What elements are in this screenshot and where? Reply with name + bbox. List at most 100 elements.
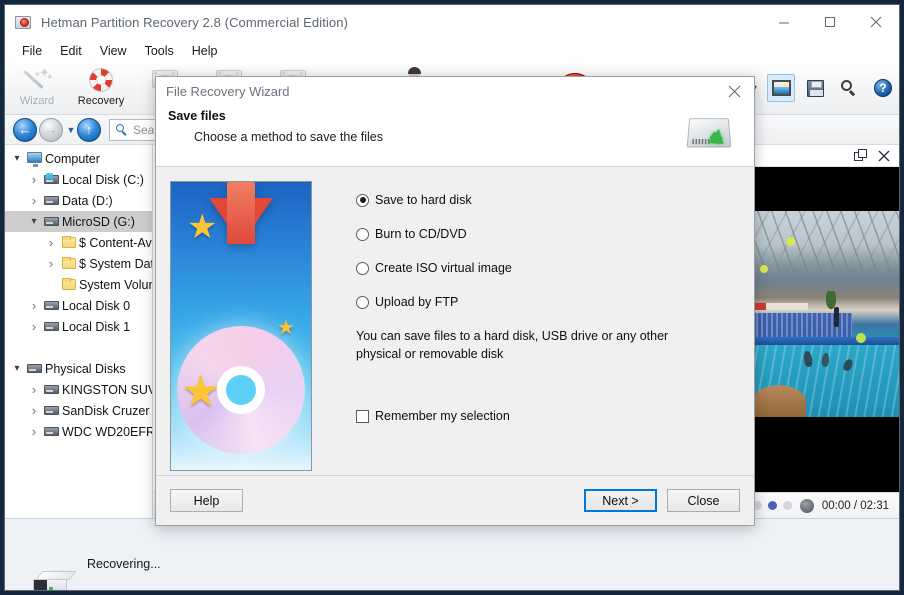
- dialog-title: File Recovery Wizard: [166, 83, 290, 99]
- remember-selection-checkbox[interactable]: Remember my selection: [356, 409, 740, 423]
- chevron-down-icon[interactable]: ▾: [9, 363, 25, 374]
- preview-panel: [747, 145, 899, 492]
- save-icon[interactable]: [801, 74, 829, 102]
- radio-icon: [356, 193, 369, 207]
- tree-item-sandisk-cruzer-b[interactable]: › SanDisk Cruzer B: [5, 400, 152, 421]
- history-dropdown-icon[interactable]: ▼: [65, 125, 77, 135]
- toolbar-label-recovery: Recovery: [77, 95, 125, 107]
- radio-label: Create ISO virtual image: [375, 261, 512, 275]
- up-button[interactable]: ↑: [77, 117, 101, 142]
- dialog-subheading: Choose a method to save the files: [194, 130, 384, 144]
- menu-item-view[interactable]: View: [91, 41, 136, 61]
- radio-icon: [356, 227, 369, 241]
- tree-item-label: $ Content-Av: [79, 235, 152, 250]
- menu-item-edit[interactable]: Edit: [51, 41, 91, 61]
- tree-item-data-d[interactable]: › Data (D:): [5, 190, 152, 211]
- tree-item-local-disk-0[interactable]: › Local Disk 0: [5, 295, 152, 316]
- toolbar-button-recovery[interactable]: Recovery: [69, 63, 133, 114]
- tree-item-spacer: [5, 337, 152, 358]
- tree-sidebar[interactable]: ▾ Computer › Local Disk (C:) › Data (D:) ▾ Micr…: [5, 145, 153, 518]
- folder-icon: [59, 235, 79, 251]
- radio-option-create-iso-virtual-image[interactable]: Create ISO virtual image: [356, 257, 740, 279]
- toolbar-right-group: ▾ ?: [747, 74, 897, 102]
- chevron-down-icon[interactable]: ▾: [9, 153, 25, 164]
- radio-icon: [356, 295, 369, 309]
- disk-icon: [42, 424, 62, 440]
- disk-icon: [42, 193, 62, 209]
- help-button[interactable]: Help: [170, 489, 243, 512]
- next-button[interactable]: Next >: [584, 489, 657, 512]
- back-button[interactable]: ←: [13, 117, 37, 142]
- detach-window-icon[interactable]: [853, 149, 867, 163]
- chevron-right-icon[interactable]: ›: [26, 319, 42, 334]
- search-icon[interactable]: [835, 74, 863, 102]
- tree-item-wdc-wd20efrx[interactable]: › WDC WD20EFRX: [5, 421, 152, 442]
- preview-image: [748, 167, 899, 492]
- menu-item-file[interactable]: File: [13, 41, 51, 61]
- checkbox-icon: [356, 409, 369, 423]
- file-recovery-wizard-dialog: File Recovery Wizard Save files Choose a…: [155, 76, 755, 526]
- radio-option-save-to-hard-disk[interactable]: Save to hard disk: [356, 189, 740, 211]
- chevron-right-icon[interactable]: ›: [26, 403, 42, 418]
- tree-item-local-disk-1[interactable]: › Local Disk 1: [5, 316, 152, 337]
- chevron-right-icon[interactable]: ›: [26, 298, 42, 313]
- toolbar-button-wizard[interactable]: ✦ ✦ ✦ Wizard: [5, 63, 69, 114]
- status-text: Recovering...: [87, 557, 161, 571]
- window-title: Hetman Partition Recovery 2.8 (Commercia…: [41, 14, 348, 30]
- radio-label: Save to hard disk: [375, 193, 472, 207]
- menu-item-help[interactable]: Help: [183, 41, 227, 61]
- tree-item-physical-disks[interactable]: ▾ Physical Disks: [5, 358, 152, 379]
- tree-item-label: System Volun: [79, 277, 152, 292]
- chevron-right-icon[interactable]: ›: [43, 235, 59, 250]
- tree-item-system-volun[interactable]: System Volun: [5, 274, 152, 295]
- checkbox-label: Remember my selection: [375, 409, 510, 424]
- preview-image-icon[interactable]: [767, 74, 795, 102]
- dialog-title-bar: File Recovery Wizard: [156, 77, 754, 105]
- close-icon[interactable]: [853, 5, 899, 39]
- chevron-right-icon[interactable]: ›: [26, 172, 42, 187]
- media-dot-2[interactable]: [767, 501, 777, 510]
- tree-item-label: Local Disk (C:): [62, 172, 144, 187]
- dialog-close-icon[interactable]: [714, 77, 754, 105]
- help-icon[interactable]: ?: [869, 74, 897, 102]
- tree-item-content-av[interactable]: › $ Content-Av: [5, 232, 152, 253]
- chevron-right-icon[interactable]: ›: [26, 193, 42, 208]
- tree-item-local-disk-c[interactable]: › Local Disk (C:): [5, 169, 152, 190]
- preview-panel-header: [748, 145, 899, 167]
- menu-item-tools[interactable]: Tools: [136, 41, 183, 61]
- chevron-down-icon[interactable]: ▾: [26, 216, 42, 227]
- maximize-icon[interactable]: [807, 5, 853, 39]
- tree-item-label: SanDisk Cruzer B: [62, 403, 152, 418]
- chevron-right-icon[interactable]: ›: [26, 424, 42, 439]
- disk-icon: [42, 403, 62, 419]
- tree-item-label: KINGSTON SUV3: [62, 382, 152, 397]
- tree-item-label: WDC WD20EFRX: [62, 424, 152, 439]
- window-controls: [761, 5, 899, 39]
- dialog-options: Save to hard disk Burn to CD/DVD Create …: [312, 181, 740, 475]
- media-dot-3[interactable]: [782, 501, 792, 510]
- magic-wand-icon: ✦ ✦ ✦: [22, 66, 54, 94]
- tree-item-microsd-g[interactable]: ▾ MicroSD (G:): [5, 211, 152, 232]
- chevron-right-icon[interactable]: ›: [26, 382, 42, 397]
- close-button[interactable]: Close: [667, 489, 740, 512]
- chevron-right-icon[interactable]: ›: [43, 256, 59, 271]
- menu-bar: File Edit View Tools Help: [5, 39, 899, 63]
- media-buttons: [752, 501, 792, 510]
- tree-item-label: MicroSD (G:): [62, 214, 135, 229]
- tree-item-system-dat[interactable]: › $ System Dat: [5, 253, 152, 274]
- dialog-footer: Help Next > Close: [156, 475, 754, 525]
- radio-option-upload-by-ftp[interactable]: Upload by FTP: [356, 291, 740, 313]
- radio-option-burn-to-cd-dvd[interactable]: Burn to CD/DVD: [356, 223, 740, 245]
- tree-item-kingston-suv3[interactable]: › KINGSTON SUV3: [5, 379, 152, 400]
- desktop-background: Hetman Partition Recovery 2.8 (Commercia…: [0, 0, 904, 595]
- forward-button[interactable]: →: [39, 117, 63, 142]
- disk-icon: [42, 382, 62, 398]
- tree-item-label: Local Disk 1: [62, 319, 131, 334]
- wizard-illustration: ★ ★ ★: [170, 181, 312, 471]
- close-icon[interactable]: [877, 149, 891, 163]
- minimize-icon[interactable]: [761, 5, 807, 39]
- disk-icon: [25, 361, 45, 377]
- folder-icon: [59, 256, 79, 272]
- tree-item-computer[interactable]: ▾ Computer: [5, 148, 152, 169]
- speaker-icon[interactable]: [799, 498, 814, 513]
